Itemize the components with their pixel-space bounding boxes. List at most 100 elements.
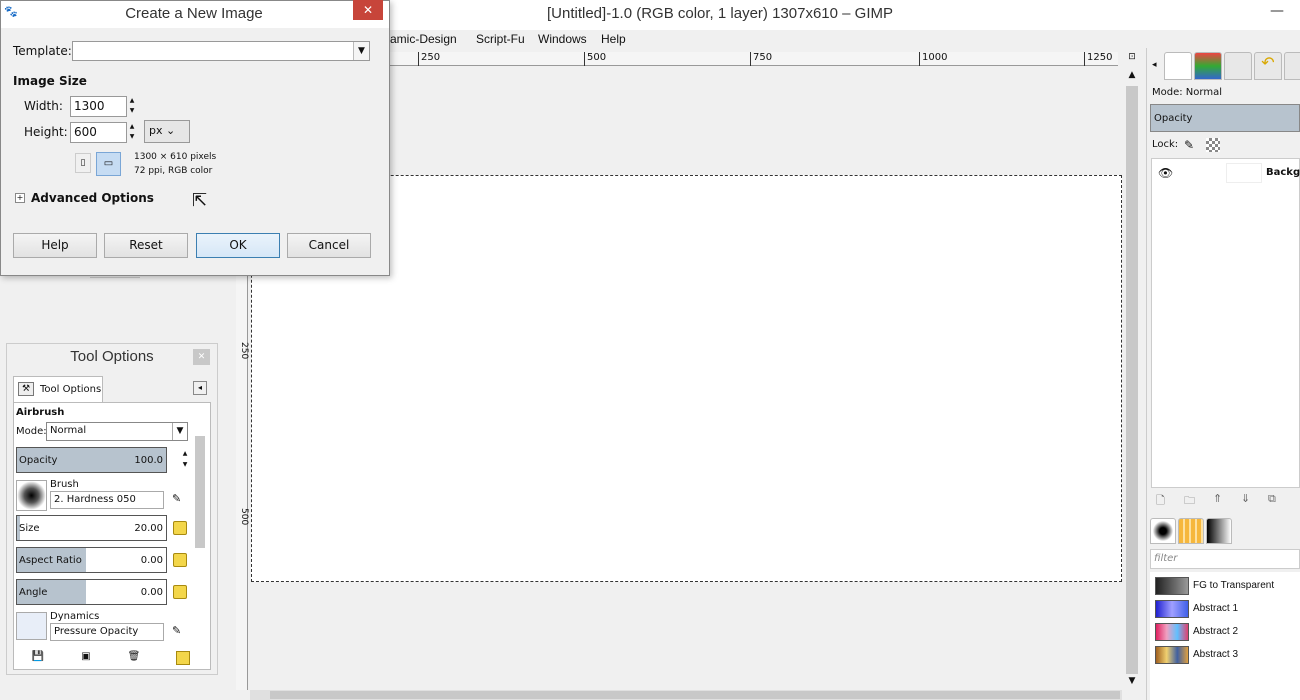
lock-pixels-icon[interactable]: ✎ bbox=[1184, 138, 1194, 152]
ruler-tick-250: 250 bbox=[418, 52, 440, 66]
tab-channels[interactable] bbox=[1194, 52, 1222, 80]
tab-patterns[interactable] bbox=[1178, 518, 1204, 544]
gradient-label[interactable]: Abstract 2 bbox=[1193, 626, 1238, 637]
aspect-ratio-slider[interactable]: Aspect Ratio 0.00 bbox=[16, 547, 167, 573]
reset-angle-icon[interactable] bbox=[173, 585, 187, 599]
cancel-button[interactable]: Cancel bbox=[287, 233, 371, 258]
menu-item-filters-partial[interactable]: amic-Design bbox=[390, 32, 457, 46]
template-label: Template: bbox=[13, 44, 72, 58]
size-value: 20.00 bbox=[134, 523, 163, 534]
opacity-spinner[interactable]: ▲ ▼ bbox=[181, 448, 189, 472]
chevron-down-icon[interactable]: ▼ bbox=[172, 423, 187, 440]
raise-layer-icon[interactable]: ⇑ bbox=[1213, 492, 1222, 505]
minimize-button[interactable]: — bbox=[1262, 2, 1292, 24]
vruler-tick-500: 500 bbox=[239, 508, 249, 526]
mode-label: Mode: bbox=[16, 426, 47, 437]
dynamics-preview[interactable] bbox=[16, 612, 47, 640]
eye-icon[interactable]: 👁 bbox=[1158, 166, 1173, 180]
layer-name[interactable]: Backgro bbox=[1266, 167, 1300, 178]
delete-options-icon[interactable]: 🗑 bbox=[127, 651, 141, 665]
opacity-value: 100.0 bbox=[134, 455, 163, 466]
vertical-scrollbar-thumb[interactable] bbox=[1126, 86, 1138, 674]
unit-value: px bbox=[149, 124, 163, 137]
tab-brushes[interactable] bbox=[1150, 518, 1176, 544]
ok-button[interactable]: OK bbox=[196, 233, 280, 258]
image-size-heading: Image Size bbox=[13, 74, 87, 88]
tab-undo-history[interactable]: ↶ bbox=[1254, 52, 1282, 80]
menu-item-help[interactable]: Help bbox=[601, 32, 626, 46]
brush-preview[interactable] bbox=[16, 480, 47, 511]
duplicate-layer-icon[interactable]: ⧉ bbox=[1268, 492, 1276, 506]
landscape-icon[interactable]: ▭ bbox=[96, 152, 121, 176]
tab-gradients[interactable] bbox=[1206, 518, 1232, 544]
menu-item-windows[interactable]: Windows bbox=[538, 32, 587, 46]
tab-layers[interactable] bbox=[1164, 52, 1192, 80]
gradient-swatch bbox=[1155, 600, 1189, 618]
tab-overflow[interactable] bbox=[1284, 52, 1300, 80]
reset-options-icon[interactable] bbox=[176, 651, 190, 665]
dock-tabs-left-icon[interactable]: ◂ bbox=[1152, 60, 1157, 70]
size-label: Size bbox=[19, 523, 40, 534]
ruler-tick-1000: 1000 bbox=[919, 52, 947, 66]
dynamics-label: Dynamics bbox=[50, 611, 100, 622]
brush-field[interactable]: 2. Hardness 050 bbox=[50, 491, 164, 509]
save-options-icon[interactable]: 💾 bbox=[31, 651, 45, 665]
lock-alpha-icon[interactable] bbox=[1206, 138, 1220, 152]
reset-button[interactable]: Reset bbox=[104, 233, 188, 258]
tab-menu-icon[interactable]: ◂ bbox=[193, 381, 207, 395]
tab-paths[interactable] bbox=[1224, 52, 1252, 80]
reset-aspect-ratio-icon[interactable] bbox=[173, 553, 187, 567]
vruler-tick-250: 250 bbox=[239, 342, 249, 360]
mouse-cursor-icon: ⇱ bbox=[192, 190, 208, 211]
gradient-filter-input[interactable]: filter bbox=[1150, 549, 1300, 569]
edit-icon[interactable]: ✎ bbox=[172, 624, 181, 637]
layers-list[interactable] bbox=[1151, 158, 1300, 488]
opacity-label: Opacity bbox=[19, 455, 58, 466]
new-layer-group-icon[interactable]: 🗀 bbox=[1184, 492, 1195, 511]
tool-name: Airbrush bbox=[16, 407, 65, 418]
tool-options-scrollbar-thumb[interactable] bbox=[195, 436, 205, 548]
restore-options-icon[interactable]: ▣ bbox=[79, 651, 93, 665]
gradient-swatch bbox=[1155, 577, 1189, 595]
help-button[interactable]: Help bbox=[13, 233, 97, 258]
width-label: Width: bbox=[24, 99, 63, 113]
gradient-label[interactable]: Abstract 3 bbox=[1193, 649, 1238, 660]
scroll-down-icon[interactable]: ▼ bbox=[1124, 676, 1140, 690]
brush-label: Brush bbox=[50, 479, 79, 490]
height-spinner[interactable]: ▲ ▼ bbox=[127, 122, 137, 143]
gradient-label[interactable]: FG to Transparent bbox=[1193, 580, 1274, 591]
horizontal-scrollbar-thumb[interactable] bbox=[270, 691, 1120, 699]
layer-thumbnail[interactable] bbox=[1226, 163, 1262, 183]
navigate-icon[interactable]: ⊡ bbox=[1126, 52, 1138, 64]
layers-mode-label[interactable]: Mode: Normal bbox=[1152, 87, 1222, 98]
ruler-tick-500: 500 bbox=[584, 52, 606, 66]
template-select[interactable] bbox=[72, 41, 370, 61]
portrait-icon[interactable]: ▯ bbox=[75, 153, 91, 173]
height-input[interactable]: 600 bbox=[70, 122, 127, 143]
gradient-swatch bbox=[1155, 623, 1189, 641]
reset-size-icon[interactable] bbox=[173, 521, 187, 535]
close-icon[interactable]: ✕ bbox=[193, 349, 210, 365]
edit-icon[interactable]: ✎ bbox=[172, 492, 181, 505]
lower-layer-icon[interactable]: ⇓ bbox=[1241, 492, 1250, 505]
width-spinner[interactable]: ▲ ▼ bbox=[127, 96, 137, 117]
chevron-down-icon[interactable]: ▼ bbox=[353, 42, 369, 60]
dialog-close-button[interactable]: ✕ bbox=[353, 0, 383, 20]
menu-item-script-fu[interactable]: Script-Fu bbox=[476, 32, 525, 46]
dynamics-field[interactable]: Pressure Opacity bbox=[50, 623, 164, 641]
scroll-up-icon[interactable]: ▲ bbox=[1124, 70, 1140, 84]
size-slider[interactable]: Size 20.00 bbox=[16, 515, 167, 541]
gradient-label[interactable]: Abstract 1 bbox=[1193, 603, 1238, 614]
layers-opacity-slider[interactable]: Opacity bbox=[1150, 104, 1300, 132]
angle-slider[interactable]: Angle 0.00 bbox=[16, 579, 167, 605]
chevron-down-icon: ⌄ bbox=[166, 124, 176, 137]
new-layer-icon[interactable]: 🗋 bbox=[1156, 492, 1165, 511]
gradient-swatch bbox=[1155, 646, 1189, 664]
unit-select[interactable]: px ⌄ bbox=[144, 120, 190, 143]
mode-select[interactable]: Normal bbox=[46, 422, 188, 441]
aspect-ratio-label: Aspect Ratio bbox=[19, 555, 82, 566]
advanced-options-toggle[interactable]: Advanced Options bbox=[31, 191, 154, 205]
opacity-slider[interactable]: Opacity 100.0 bbox=[16, 447, 167, 473]
width-input[interactable]: 1300 bbox=[70, 96, 127, 117]
expand-icon[interactable]: + bbox=[15, 193, 25, 203]
